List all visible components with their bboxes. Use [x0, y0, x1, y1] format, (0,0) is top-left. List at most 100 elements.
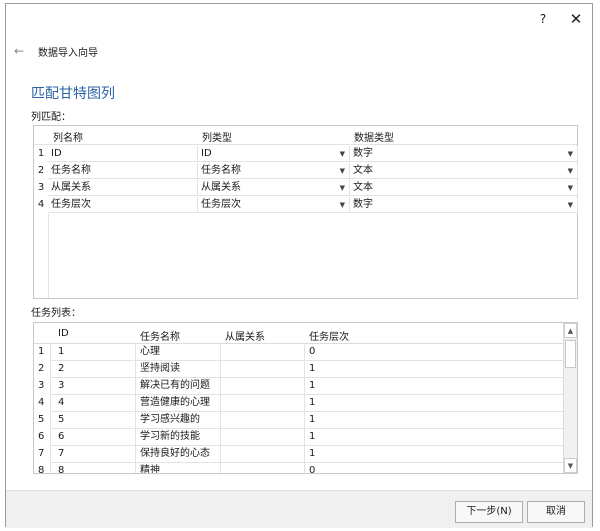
header-task-name: 任务名称 — [140, 332, 180, 343]
row-number: 3 — [38, 380, 45, 391]
wizard-nav: ← 数据导入向导 — [14, 44, 98, 59]
cell-level: 1 — [309, 397, 316, 408]
vertical-scrollbar[interactable]: ▲ ▼ — [563, 323, 577, 473]
table-row[interactable]: 7 7 保持良好的心态 1 — [34, 446, 564, 463]
cell-task-name: 精神 — [140, 465, 160, 474]
row-number: 6 — [38, 431, 45, 442]
cell-task-name: 学习新的技能 — [140, 431, 200, 442]
cell-level: 1 — [309, 431, 316, 442]
cell-task-name: 保持良好的心态 — [140, 448, 210, 459]
col-name-cell[interactable]: 任务层次 — [48, 197, 198, 213]
data-type-select[interactable]: 数字 ▼ — [350, 146, 578, 162]
row-number: 2 — [37, 165, 45, 176]
col-type-value: 任务名称 — [201, 165, 241, 176]
cell-task-name: 营造健康的心理 — [140, 397, 210, 408]
cell-level: 1 — [309, 363, 316, 374]
row-number: 5 — [38, 414, 45, 425]
cell-level: 0 — [309, 465, 316, 474]
next-button[interactable]: 下一步(N) — [455, 501, 523, 523]
row-number: 8 — [38, 465, 45, 474]
cancel-button[interactable]: 取消 — [527, 501, 585, 523]
column-match-row: 1 ID ID ▼ 数字 ▼ — [34, 146, 578, 163]
column-match-row: 4 任务层次 任务层次 ▼ 数字 ▼ — [34, 197, 578, 214]
column-match-row: 2 任务名称 任务名称 ▼ 文本 ▼ — [34, 163, 578, 180]
cell-id: 7 — [58, 448, 65, 459]
column-match-label: 列匹配： — [31, 112, 71, 123]
row-number: 2 — [38, 363, 45, 374]
close-button[interactable]: ✕ — [566, 10, 586, 28]
cell-level: 1 — [309, 380, 316, 391]
col-type-select[interactable]: 从属关系 ▼ — [198, 180, 350, 196]
header-data-type: 数据类型 — [354, 133, 394, 144]
header-col-name: 列名称 — [53, 133, 83, 144]
cell-level: 1 — [309, 448, 316, 459]
import-wizard-dialog: ? ✕ ← 数据导入向导 匹配甘特图列 列匹配： 列名称 列类型 数据类型 1 … — [5, 3, 593, 528]
cell-id: 4 — [58, 397, 65, 408]
col-type-select[interactable]: 任务层次 ▼ — [198, 197, 350, 213]
cell-task-name: 心理 — [140, 346, 160, 357]
data-type-value: 文本 — [353, 182, 373, 193]
col-name-cell[interactable]: 从属关系 — [48, 180, 198, 196]
table-row[interactable]: 5 5 学习感兴趣的 1 — [34, 412, 564, 429]
column-match-row: 3 从属关系 从属关系 ▼ 文本 ▼ — [34, 180, 578, 197]
row-number: 4 — [37, 199, 45, 210]
dialog-footer: 下一步(N) 取消 — [6, 490, 592, 528]
chevron-down-icon[interactable]: ▼ — [340, 180, 345, 196]
scroll-down-icon[interactable]: ▼ — [564, 458, 577, 473]
data-type-select[interactable]: 数字 ▼ — [350, 197, 578, 213]
chevron-down-icon[interactable]: ▼ — [340, 197, 345, 213]
data-type-value: 文本 — [353, 165, 373, 176]
chevron-down-icon[interactable]: ▼ — [568, 197, 573, 213]
chevron-down-icon[interactable]: ▼ — [568, 180, 573, 196]
col-name-cell[interactable]: 任务名称 — [48, 163, 198, 179]
data-type-value: 数字 — [353, 199, 373, 210]
help-button[interactable]: ? — [533, 10, 553, 28]
column-match-grid: 列名称 列类型 数据类型 1 ID ID ▼ 数字 ▼ 2 任务名称 任务名称 ▼ 文… — [33, 125, 578, 299]
cell-id: 1 — [58, 346, 65, 357]
table-row[interactable]: 6 6 学习新的技能 1 — [34, 429, 564, 446]
col-name-cell[interactable]: ID — [48, 146, 198, 162]
table-row[interactable]: 3 3 解决已有的问题 1 — [34, 378, 564, 395]
data-type-select[interactable]: 文本 ▼ — [350, 163, 578, 179]
table-row[interactable]: 8 8 精神 0 — [34, 463, 564, 474]
col-type-value: 从属关系 — [201, 182, 241, 193]
header-col-type: 列类型 — [202, 133, 232, 144]
wizard-title: 数据导入向导 — [38, 47, 98, 59]
col-type-select[interactable]: ID ▼ — [198, 146, 350, 162]
row-number: 7 — [38, 448, 45, 459]
chevron-down-icon[interactable]: ▼ — [568, 163, 573, 179]
chevron-down-icon[interactable]: ▼ — [568, 146, 573, 162]
cell-task-name: 学习感兴趣的 — [140, 414, 200, 425]
task-list-label: 任务列表： — [31, 308, 81, 319]
header-level: 任务层次 — [309, 332, 349, 343]
scrollbar-thumb[interactable] — [565, 340, 576, 368]
row-number: 3 — [37, 182, 45, 193]
column-match-header: 列名称 列类型 数据类型 — [34, 126, 577, 145]
cell-level: 0 — [309, 346, 316, 357]
cell-id: 3 — [58, 380, 65, 391]
arrow-left-icon[interactable]: ← — [14, 44, 28, 58]
cell-level: 1 — [309, 414, 316, 425]
cell-id: 5 — [58, 414, 65, 425]
cell-id: 8 — [58, 465, 65, 474]
chevron-down-icon[interactable]: ▼ — [340, 146, 345, 162]
cell-task-name: 坚持阅读 — [140, 363, 180, 374]
data-type-select[interactable]: 文本 ▼ — [350, 180, 578, 196]
cell-id: 6 — [58, 431, 65, 442]
data-type-value: 数字 — [353, 148, 373, 159]
col-type-value: ID — [201, 148, 212, 159]
table-row[interactable]: 2 2 坚持阅读 1 — [34, 361, 564, 378]
header-parent: 从属关系 — [225, 332, 265, 343]
page-title: 匹配甘特图列 — [31, 86, 115, 102]
task-list-header: ID 任务名称 从属关系 任务层次 — [34, 323, 564, 344]
header-id: ID — [58, 328, 69, 339]
row-number: 1 — [38, 346, 45, 357]
row-number: 4 — [38, 397, 45, 408]
col-type-select[interactable]: 任务名称 ▼ — [198, 163, 350, 179]
cell-task-name: 解决已有的问题 — [140, 380, 210, 391]
chevron-down-icon[interactable]: ▼ — [340, 163, 345, 179]
cell-id: 2 — [58, 363, 65, 374]
scroll-up-icon[interactable]: ▲ — [564, 323, 577, 338]
table-row[interactable]: 1 1 心理 0 — [34, 344, 564, 361]
table-row[interactable]: 4 4 营造健康的心理 1 — [34, 395, 564, 412]
